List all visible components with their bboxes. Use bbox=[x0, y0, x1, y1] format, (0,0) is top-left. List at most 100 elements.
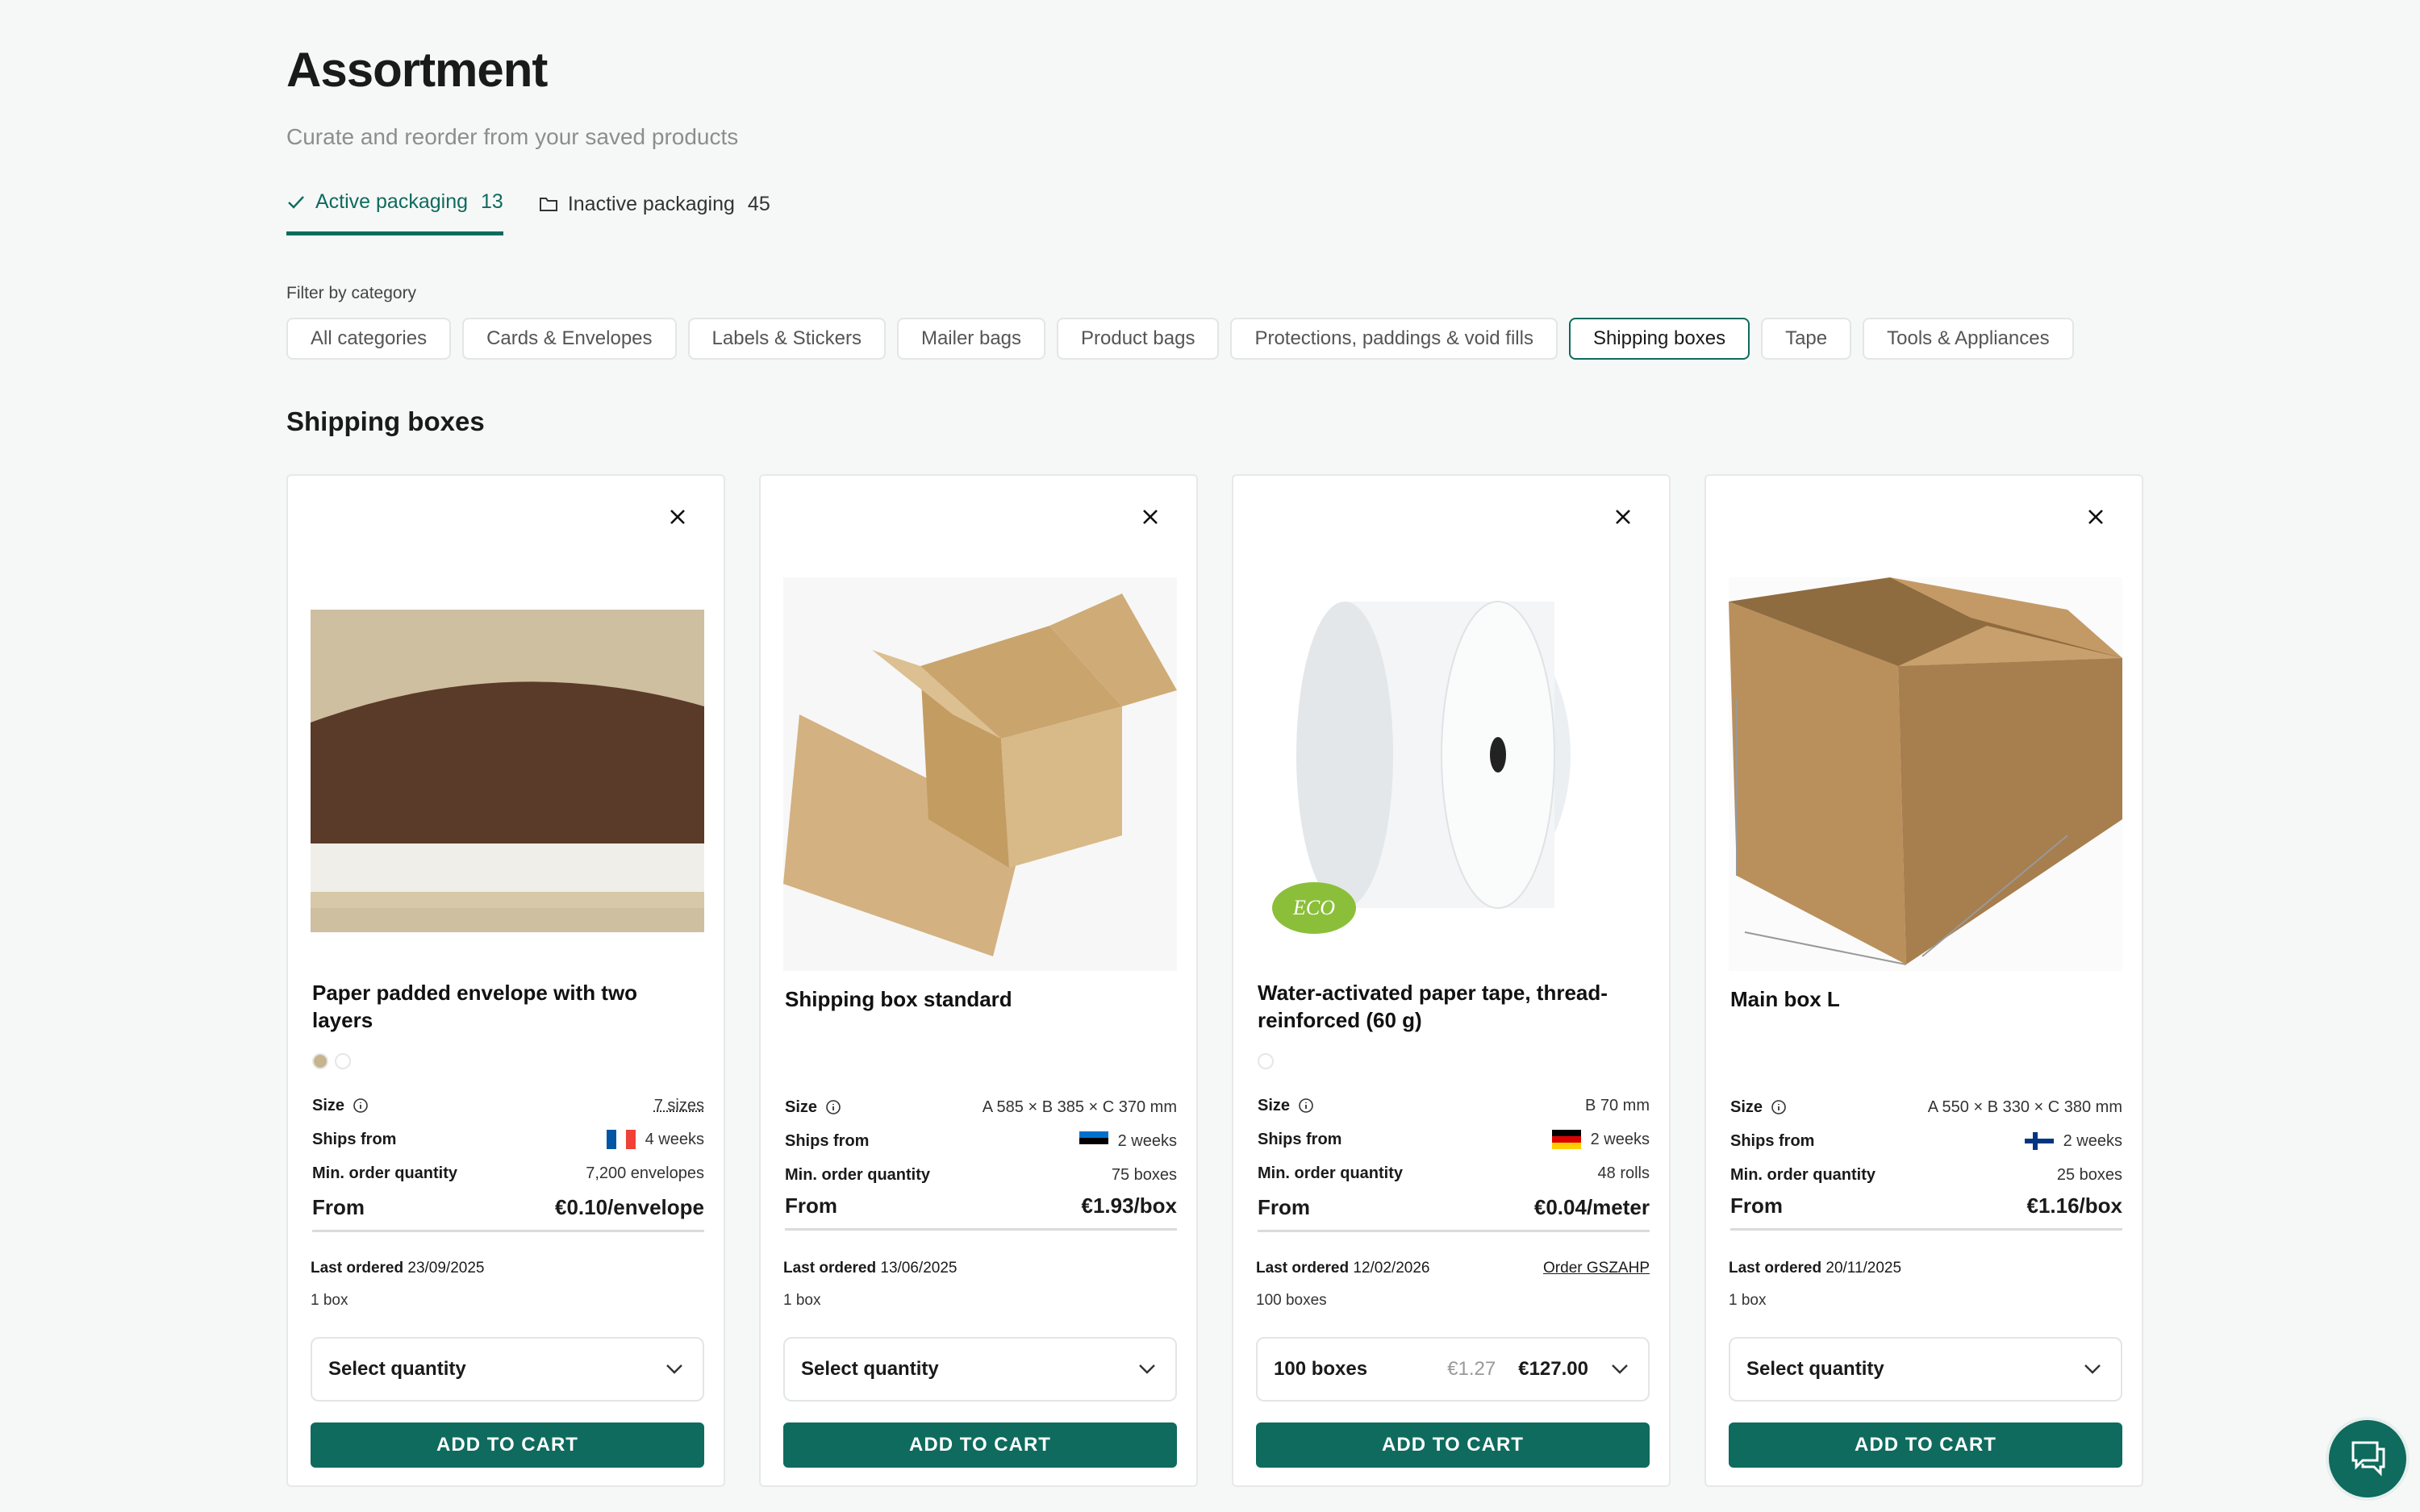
add-to-cart-button[interactable]: ADD TO CART bbox=[1729, 1422, 2122, 1468]
product-grid: Paper padded envelope with two layers Si… bbox=[286, 474, 2143, 1487]
tab-label: Active packaging bbox=[315, 190, 469, 213]
tab-count: 45 bbox=[747, 192, 770, 215]
add-to-cart-button[interactable]: ADD TO CART bbox=[311, 1422, 704, 1468]
close-icon[interactable] bbox=[2084, 505, 2108, 529]
price-row: From €0.04/meter bbox=[1258, 1185, 1650, 1232]
product-name: Shipping box standard bbox=[785, 987, 1012, 1011]
chat-icon bbox=[2351, 1441, 2385, 1477]
size-row: Size A 585 × B 385 × C 370 mm bbox=[785, 1090, 1177, 1124]
swatch-white[interactable] bbox=[335, 1053, 351, 1069]
info-icon[interactable] bbox=[353, 1098, 369, 1114]
last-ordered-quantity: 1 box bbox=[783, 1292, 821, 1309]
quantity-select[interactable]: Select quantity bbox=[311, 1337, 704, 1402]
shipping-box-image bbox=[783, 594, 1177, 956]
price-row: From €0.10/envelope bbox=[312, 1185, 704, 1232]
from-label: From bbox=[1730, 1193, 1783, 1218]
product-specs: Size 7 sizes Ships from 4 weeks Min. ord… bbox=[312, 1089, 704, 1190]
flag-estonia-icon bbox=[1079, 1131, 1108, 1151]
close-icon[interactable] bbox=[666, 505, 690, 529]
category-filter: All categories Cards & Envelopes Labels … bbox=[286, 318, 2074, 360]
swatch-kraft[interactable] bbox=[312, 1053, 328, 1069]
product-name: Paper padded envelope with two layers bbox=[312, 981, 638, 1032]
size-label: Size bbox=[312, 1097, 369, 1115]
chip-mailer-bags[interactable]: Mailer bags bbox=[896, 318, 1046, 360]
chip-all-categories[interactable]: All categories bbox=[286, 318, 452, 360]
size-value: A 550 × B 330 × C 380 mm bbox=[1927, 1098, 2122, 1116]
quantity-select-label: Select quantity bbox=[801, 1358, 939, 1380]
tab-count: 13 bbox=[481, 190, 503, 213]
check-icon bbox=[288, 195, 304, 209]
price-value: €1.93/box bbox=[1081, 1193, 1177, 1218]
chevron-down-icon bbox=[2084, 1364, 2101, 1374]
lead-time: 2 weeks bbox=[2063, 1131, 2122, 1150]
filter-label: Filter by category bbox=[286, 284, 417, 302]
chip-labels-stickers[interactable]: Labels & Stickers bbox=[687, 318, 886, 360]
product-image[interactable] bbox=[1729, 577, 2122, 971]
ships-from-row: Ships from 2 weeks bbox=[785, 1124, 1177, 1158]
size-label: Size bbox=[1730, 1098, 1787, 1117]
product-card: Shipping box standard Size A 585 × B 385… bbox=[759, 474, 1198, 1487]
order-link[interactable]: Order GSZAHP bbox=[1543, 1260, 1650, 1277]
add-to-cart-button[interactable]: ADD TO CART bbox=[1256, 1422, 1650, 1468]
quantity-select[interactable]: 100 boxes €1.27 €127.00 bbox=[1256, 1337, 1650, 1402]
min-order-label: Min. order quantity bbox=[785, 1165, 930, 1184]
tab-active-packaging[interactable]: Active packaging 13 bbox=[286, 190, 503, 235]
product-name: Water-activated paper tape, thread-reinf… bbox=[1258, 981, 1608, 1032]
lead-time: 2 weeks bbox=[1590, 1130, 1650, 1148]
chip-shipping-boxes[interactable]: Shipping boxes bbox=[1568, 318, 1750, 360]
last-ordered-quantity: 1 box bbox=[1729, 1292, 1767, 1309]
from-label: From bbox=[312, 1195, 365, 1219]
quantity-select-label: Select quantity bbox=[1746, 1358, 1884, 1380]
page-title: Assortment bbox=[286, 43, 548, 97]
close-icon[interactable] bbox=[1611, 505, 1635, 529]
last-ordered-date: 12/02/2026 bbox=[1353, 1260, 1430, 1277]
flag-france-icon bbox=[606, 1130, 636, 1149]
chip-tools-appliances[interactable]: Tools & Appliances bbox=[1863, 318, 2074, 360]
from-label: From bbox=[1258, 1195, 1310, 1219]
product-specs: Size A 585 × B 385 × C 370 mm Ships from… bbox=[785, 1090, 1177, 1192]
size-row: Size B 70 mm bbox=[1258, 1089, 1650, 1123]
lead-time: 2 weeks bbox=[1117, 1131, 1177, 1150]
color-swatches bbox=[312, 1053, 351, 1069]
tab-inactive-packaging[interactable]: Inactive packaging 45 bbox=[539, 190, 770, 235]
product-image[interactable] bbox=[783, 577, 1177, 971]
min-order-label: Min. order quantity bbox=[1730, 1165, 1876, 1184]
swatch-white[interactable] bbox=[1258, 1053, 1274, 1069]
size-label: Size bbox=[1258, 1097, 1314, 1115]
size-value: A 585 × B 385 × C 370 mm bbox=[982, 1098, 1177, 1116]
close-icon[interactable] bbox=[1138, 505, 1162, 529]
info-icon[interactable] bbox=[825, 1099, 841, 1115]
price-value: €0.04/meter bbox=[1533, 1195, 1650, 1219]
folder-icon bbox=[539, 198, 557, 211]
product-card: Main box L Size A 550 × B 330 × C 380 mm… bbox=[1704, 474, 2143, 1487]
chip-protections[interactable]: Protections, paddings & void fills bbox=[1230, 318, 1558, 360]
info-icon[interactable] bbox=[1298, 1098, 1314, 1114]
info-icon[interactable] bbox=[1771, 1099, 1787, 1115]
size-row: Size 7 sizes bbox=[312, 1089, 704, 1123]
quantity-select[interactable]: Select quantity bbox=[783, 1337, 1177, 1402]
price-row: From €1.93/box bbox=[785, 1184, 1177, 1231]
quantity-select[interactable]: Select quantity bbox=[1729, 1337, 2122, 1402]
chip-cards-envelopes[interactable]: Cards & Envelopes bbox=[462, 318, 677, 360]
min-order-label: Min. order quantity bbox=[312, 1164, 457, 1182]
paper-tape-roll-image: ECO bbox=[1272, 601, 1571, 934]
chip-tape[interactable]: Tape bbox=[1761, 318, 1852, 360]
add-to-cart-button[interactable]: ADD TO CART bbox=[783, 1422, 1177, 1468]
ships-from-label: Ships from bbox=[1730, 1131, 1815, 1150]
product-image[interactable]: ECO bbox=[1256, 577, 1650, 971]
chip-product-bags[interactable]: Product bags bbox=[1057, 318, 1220, 360]
last-ordered-quantity: 1 box bbox=[311, 1292, 348, 1309]
section-title: Shipping boxes bbox=[286, 406, 485, 436]
tab-label: Inactive packaging bbox=[567, 192, 735, 215]
chat-button[interactable] bbox=[2326, 1417, 2410, 1501]
min-order-value: 7,200 envelopes bbox=[586, 1164, 704, 1182]
size-value[interactable]: 7 sizes bbox=[654, 1097, 704, 1115]
total-price: €127.00 bbox=[1518, 1358, 1588, 1380]
ships-from-row: Ships from 2 weeks bbox=[1730, 1124, 2122, 1158]
quantity-select-value: 100 boxes bbox=[1274, 1358, 1368, 1380]
last-ordered-date: 20/11/2025 bbox=[1825, 1260, 1902, 1277]
min-order-value: 48 rolls bbox=[1597, 1164, 1650, 1182]
ships-from-label: Ships from bbox=[312, 1130, 397, 1148]
last-ordered-date: 13/06/2025 bbox=[880, 1260, 958, 1277]
product-image[interactable] bbox=[311, 577, 704, 971]
